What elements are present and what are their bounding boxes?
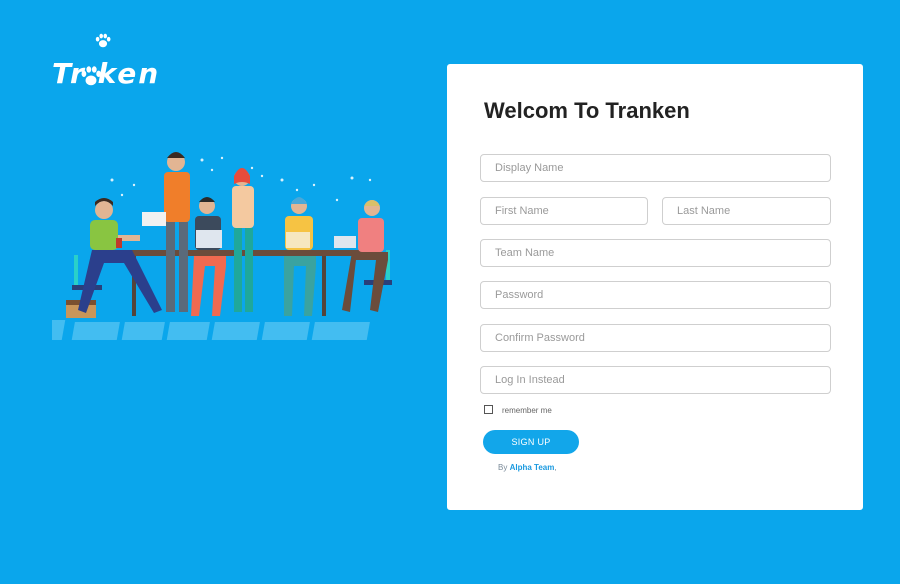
remember-me-checkbox[interactable] — [484, 405, 493, 414]
sign-up-button[interactable]: SIGN UP — [483, 430, 579, 454]
brand-logo: Tr ken — [50, 30, 170, 100]
team-name-input[interactable] — [480, 239, 831, 267]
last-name-input[interactable] — [662, 197, 831, 225]
confirm-password-input[interactable] — [480, 324, 831, 352]
team-illustration — [52, 152, 392, 340]
remember-me-label: remember me — [502, 406, 552, 415]
credit-suffix: , — [554, 463, 557, 472]
credit-prefix: By — [498, 463, 508, 472]
paw-icon — [95, 33, 111, 48]
login-instead-input[interactable] — [480, 366, 831, 394]
credit-team-link[interactable]: Alpha Team — [510, 463, 555, 472]
brand-name: Tr ken — [52, 57, 161, 90]
display-name-input[interactable] — [480, 154, 831, 182]
password-input[interactable] — [480, 281, 831, 309]
signup-card: Welcom To Tranken remember me SIGN UP By… — [447, 64, 863, 510]
remember-me: remember me — [484, 404, 552, 415]
brand-wordmark: Tr ken — [52, 60, 160, 88]
credit-line: By Alpha Team, — [498, 463, 557, 472]
paw-letter-icon — [81, 66, 102, 86]
page-title: Welcom To Tranken — [484, 98, 690, 123]
first-name-input[interactable] — [480, 197, 648, 225]
